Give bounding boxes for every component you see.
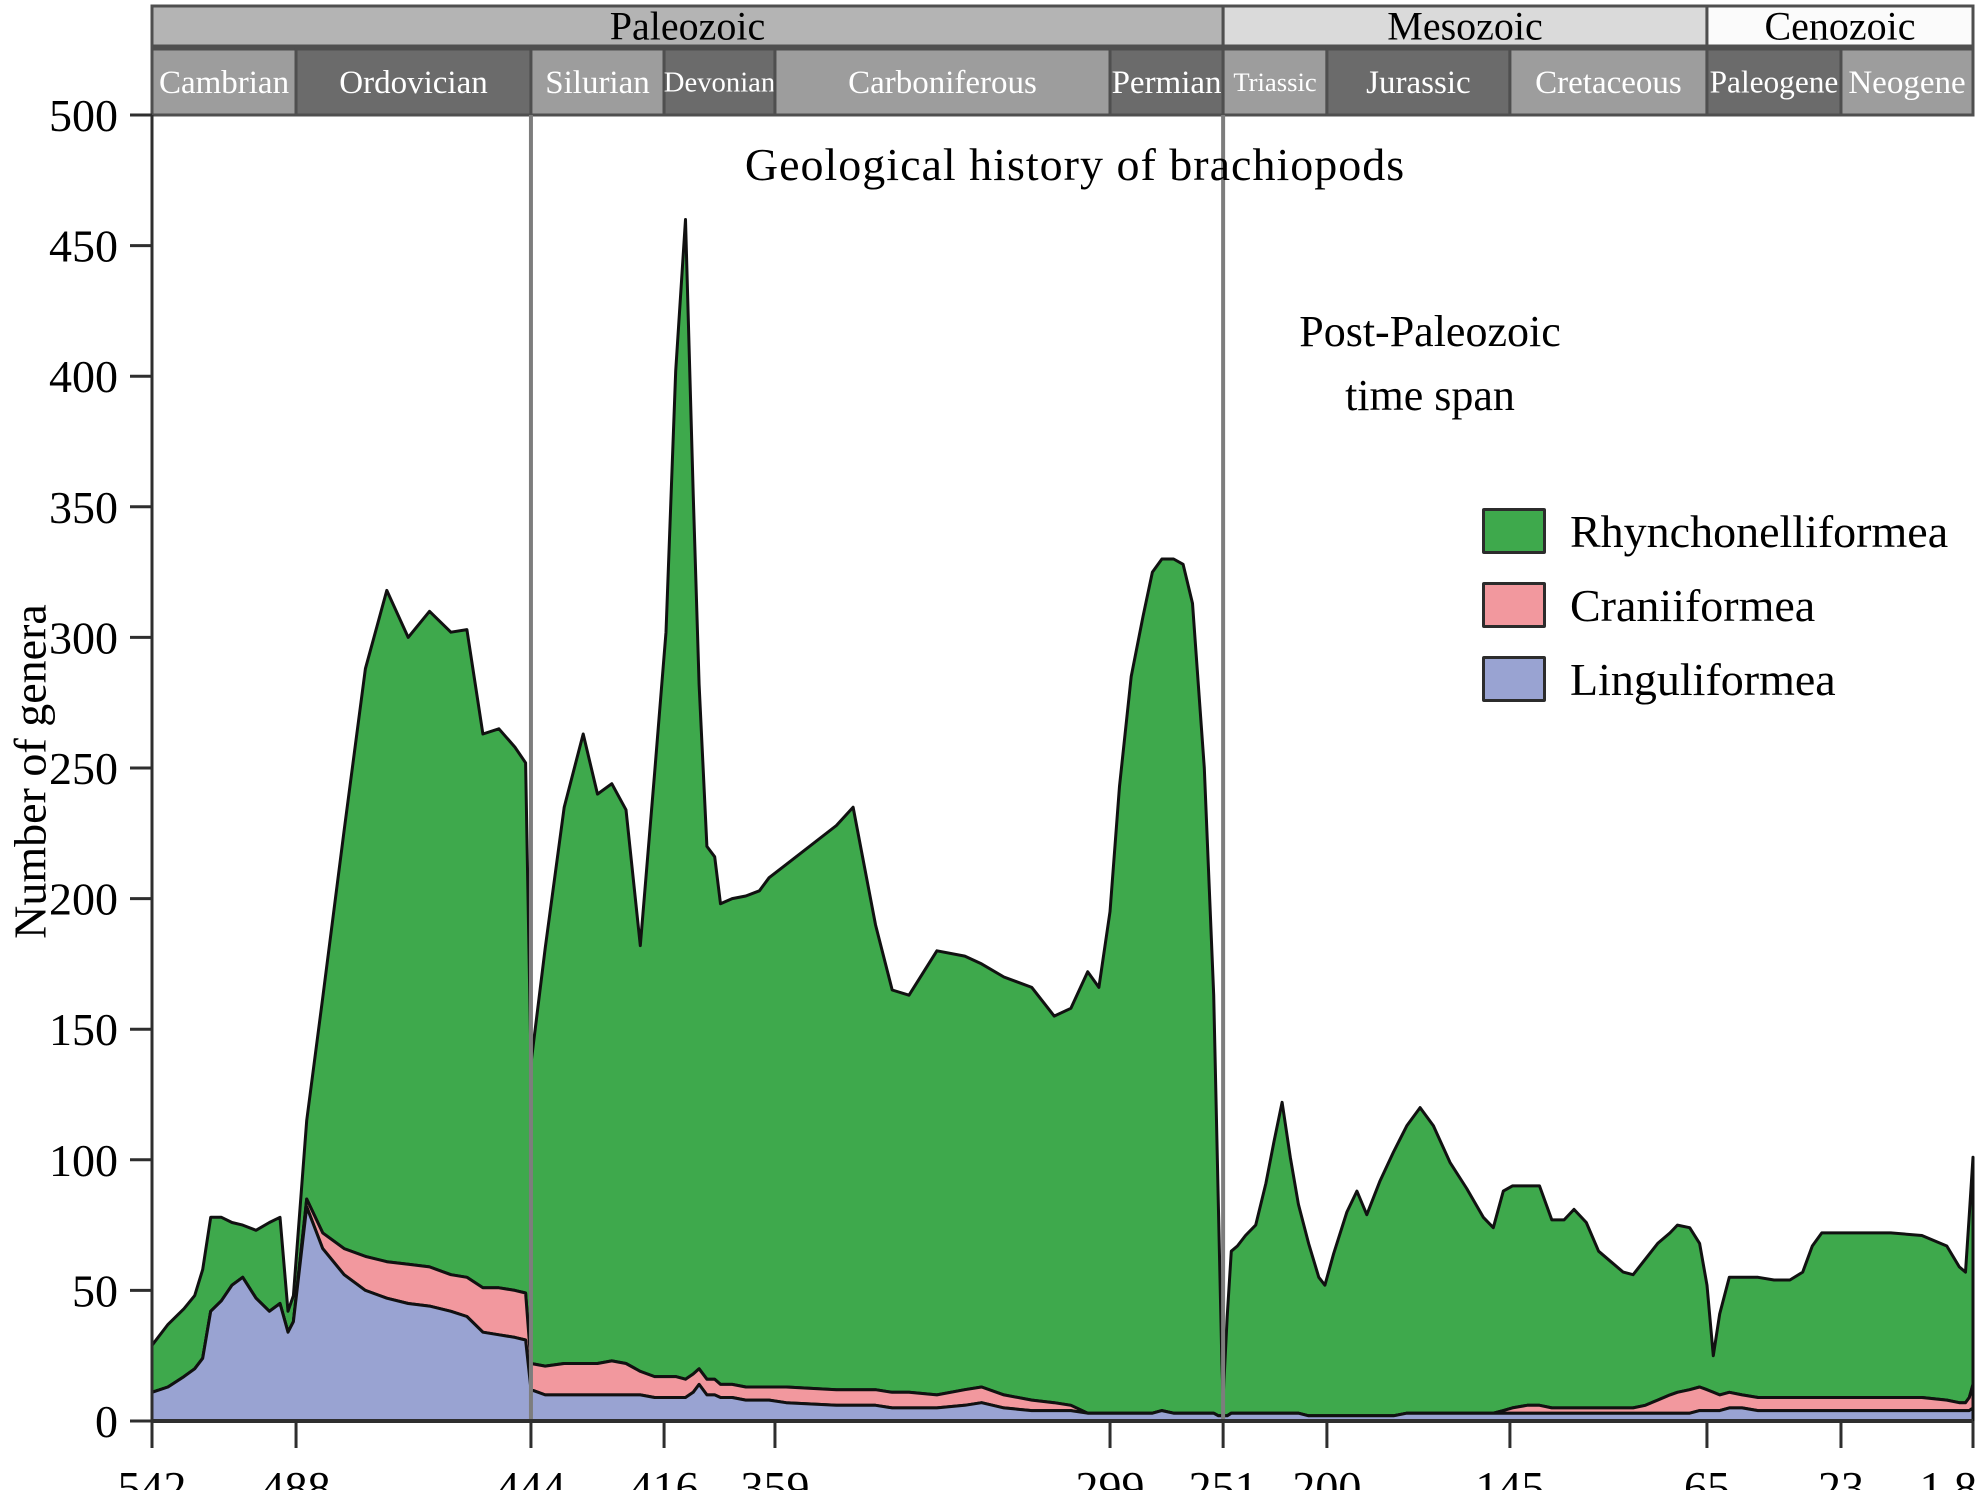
legend-item-rhynchonelliformea: Rhynchonelliformea bbox=[1482, 506, 1948, 556]
x-tick-label: 416 bbox=[630, 1462, 699, 1490]
x-tick-label: 200 bbox=[1292, 1462, 1361, 1490]
period-band-label: Triassic bbox=[1233, 67, 1316, 97]
era-band-paleozoic: Paleozoic bbox=[152, 4, 1223, 49]
x-tick-label: 65 bbox=[1684, 1462, 1730, 1490]
brachiopod-diversity-figure: Paleozoic Mesozoic Cenozoic Cambrian Ordovic… bbox=[0, 0, 1977, 1490]
x-tick-label: 145 bbox=[1475, 1462, 1544, 1490]
period-band-neogene: Neogene bbox=[1841, 49, 1973, 115]
x-tick-label: 23 bbox=[1818, 1462, 1864, 1490]
post-paleozoic-annotation: Post-Paleozoic time span bbox=[1230, 300, 1630, 428]
annotation-line-1: Post-Paleozoic bbox=[1230, 300, 1630, 364]
era-band-label: Paleozoic bbox=[610, 4, 766, 49]
period-band-label: Cretaceous bbox=[1535, 65, 1682, 101]
period-band-label: Jurassic bbox=[1366, 65, 1470, 101]
period-band-cretaceous: Cretaceous bbox=[1510, 49, 1707, 115]
x-tick-label: 542 bbox=[118, 1462, 187, 1490]
legend-swatch-rhynchonelliformea bbox=[1482, 508, 1546, 554]
y-axis-title: Number of genera bbox=[4, 432, 57, 1112]
x-tick-label: 299 bbox=[1076, 1462, 1145, 1490]
period-band-ordovician: Ordovician bbox=[296, 49, 531, 115]
legend-label-rhynchonelliformea: Rhynchonelliformea bbox=[1570, 505, 1948, 558]
era-band-mesozoic: Mesozoic bbox=[1223, 4, 1707, 49]
period-band-devonian: Devonian bbox=[664, 49, 775, 115]
legend-label-craniiformea: Craniiformea bbox=[1570, 579, 1815, 632]
stacked-area-chart: Paleozoic Mesozoic Cenozoic Cambrian Ordovic… bbox=[0, 0, 1977, 1490]
period-band-label: Devonian bbox=[664, 67, 775, 99]
area-rhynchonelliformea bbox=[152, 220, 1973, 1416]
era-band-cenozoic: Cenozoic bbox=[1707, 4, 1973, 49]
annotation-line-2: time span bbox=[1230, 364, 1630, 428]
y-tick-label: 250 bbox=[49, 743, 118, 794]
period-band-label: Ordovician bbox=[339, 65, 487, 101]
legend-item-linguliformea: Linguliformea bbox=[1482, 654, 1948, 704]
y-tick-label: 50 bbox=[72, 1265, 118, 1316]
period-band-triassic: Triassic bbox=[1223, 49, 1327, 115]
period-band-cambrian: Cambrian bbox=[152, 49, 296, 115]
legend: Rhynchonelliformea Craniiformea Lingulifor… bbox=[1482, 506, 1948, 728]
period-band-silurian: Silurian bbox=[531, 49, 664, 115]
era-band-label: Cenozoic bbox=[1764, 4, 1915, 49]
y-tick-label: 300 bbox=[49, 612, 118, 663]
x-tick-label: 251 bbox=[1189, 1462, 1258, 1490]
y-tick-label: 100 bbox=[49, 1135, 118, 1186]
period-band-jurassic: Jurassic bbox=[1327, 49, 1510, 115]
x-tick-label: 444 bbox=[496, 1462, 565, 1490]
period-band-label: Neogene bbox=[1848, 65, 1965, 101]
x-tick-label: 488 bbox=[262, 1462, 331, 1490]
legend-label-linguliformea: Linguliformea bbox=[1570, 653, 1836, 706]
y-tick-label: 500 bbox=[49, 90, 118, 141]
y-tick-label: 450 bbox=[49, 221, 118, 272]
y-tick-label: 200 bbox=[49, 874, 118, 925]
period-band-label: Cambrian bbox=[159, 65, 289, 101]
period-band-carboniferous: Carboniferous bbox=[775, 49, 1110, 115]
era-band-label: Mesozoic bbox=[1387, 4, 1543, 49]
period-band-label: Carboniferous bbox=[848, 65, 1037, 101]
period-band-label: Paleogene bbox=[1710, 65, 1839, 100]
legend-item-craniiformea: Craniiformea bbox=[1482, 580, 1948, 630]
geologic-time-bands: Paleozoic Mesozoic Cenozoic Cambrian Ordovic… bbox=[152, 4, 1973, 115]
x-tick-label: 1.8 bbox=[1920, 1462, 1977, 1490]
y-tick-label: 400 bbox=[49, 351, 118, 402]
legend-swatch-linguliformea bbox=[1482, 656, 1546, 702]
period-band-permian: Permian bbox=[1110, 49, 1223, 115]
y-tick-label: 150 bbox=[49, 1004, 118, 1055]
y-tick-label: 350 bbox=[49, 482, 118, 533]
period-band-paleogene: Paleogene bbox=[1707, 49, 1841, 115]
x-tick-label: 359 bbox=[740, 1462, 809, 1490]
period-band-label: Silurian bbox=[545, 65, 650, 101]
legend-swatch-craniiformea bbox=[1482, 582, 1546, 628]
period-band-label: Permian bbox=[1112, 65, 1222, 101]
chart-title: Geological history of brachiopods bbox=[600, 138, 1550, 191]
y-tick-label: 0 bbox=[95, 1396, 118, 1447]
